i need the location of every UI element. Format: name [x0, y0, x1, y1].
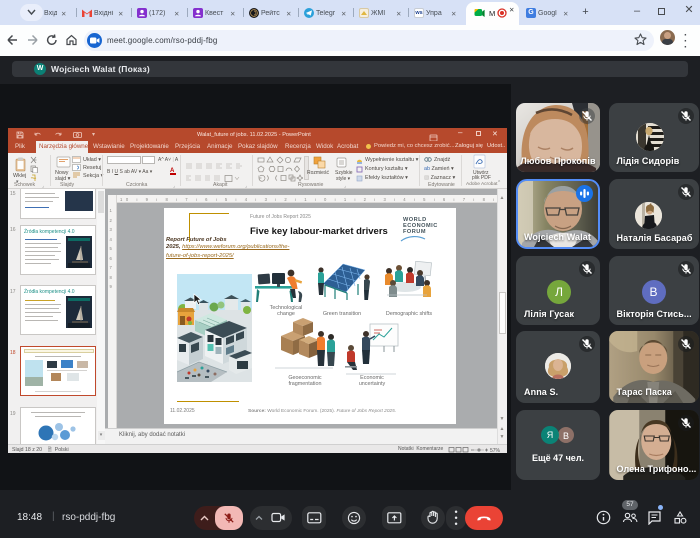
svg-text:57%: 57%: [490, 448, 501, 453]
